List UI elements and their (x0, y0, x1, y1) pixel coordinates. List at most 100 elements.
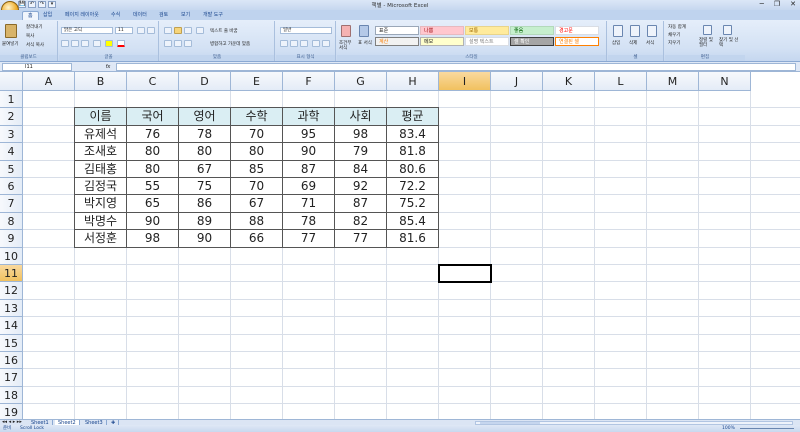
row-header[interactable]: 5 (0, 160, 23, 178)
row-header[interactable]: 13 (0, 299, 23, 318)
column-header[interactable]: L (595, 72, 647, 91)
percent-icon[interactable] (290, 40, 298, 47)
italic-icon[interactable] (71, 40, 79, 47)
table-cell[interactable]: 85.4 (386, 211, 439, 231)
table-cell[interactable]: 69 (282, 177, 335, 196)
table-cell[interactable]: 80 (126, 142, 179, 161)
table-header-cell[interactable]: 평균 (386, 107, 439, 126)
table-cell[interactable]: 70 (230, 124, 283, 144)
select-all-corner[interactable] (0, 72, 23, 91)
column-header[interactable]: D (179, 72, 231, 91)
font-color-icon[interactable] (117, 40, 125, 47)
tab-page-layout[interactable]: 페이지 레이아웃 (60, 11, 104, 20)
cell-style-10[interactable]: 연결된 셀 (555, 37, 599, 46)
table-header-cell[interactable]: 사회 (334, 107, 387, 126)
table-header-cell[interactable]: 영어 (178, 107, 231, 126)
bold-icon[interactable] (61, 40, 69, 47)
paste-button[interactable]: 붙여넣기 (2, 41, 19, 47)
table-cell[interactable]: 78 (282, 211, 335, 231)
column-header[interactable]: M (647, 72, 699, 91)
row-header[interactable]: 6 (0, 178, 23, 196)
table-cell[interactable]: 67 (178, 159, 231, 178)
grow-font-icon[interactable] (137, 27, 145, 34)
underline-icon[interactable] (81, 40, 89, 47)
row-header[interactable]: 11 (0, 265, 23, 283)
table-header-cell[interactable]: 국어 (126, 107, 179, 126)
table-cell[interactable]: 78 (178, 124, 231, 144)
table-cell[interactable]: 70 (230, 177, 283, 196)
table-cell[interactable]: 80 (126, 159, 179, 178)
fill-color-icon[interactable] (105, 40, 113, 47)
table-header-cell[interactable]: 과학 (282, 107, 335, 126)
table-cell[interactable]: 90 (282, 142, 335, 161)
shrink-font-icon[interactable] (147, 27, 155, 34)
table-cell[interactable]: 76 (126, 124, 179, 144)
sort-filter-button[interactable]: 정렬 및 필터 (699, 38, 717, 48)
cell-style-2[interactable]: 나쁨 (420, 26, 464, 35)
table-header-cell[interactable]: 이름 (74, 107, 127, 126)
zoom-level[interactable]: 100% (722, 425, 735, 432)
table-cell[interactable]: 55 (126, 177, 179, 196)
row-header[interactable]: 15 (0, 334, 23, 352)
tab-home[interactable]: 홈 (22, 11, 39, 20)
tab-view[interactable]: 보기 (176, 11, 195, 20)
table-cell[interactable]: 유제석 (74, 124, 127, 144)
table-cell[interactable]: 82 (334, 211, 387, 231)
table-cell[interactable]: 86 (178, 194, 231, 213)
column-header[interactable]: B (75, 72, 127, 91)
row-header[interactable]: 12 (0, 282, 23, 300)
table-cell[interactable]: 박명수 (74, 211, 127, 231)
insert-cells-button[interactable]: 삽입 (612, 40, 620, 46)
cell-style-5[interactable]: 경고문 (555, 26, 599, 35)
tab-review[interactable]: 검토 (154, 11, 173, 20)
row-header[interactable]: 8 (0, 212, 23, 231)
row-header[interactable]: 7 (0, 195, 23, 213)
insert-function-button[interactable]: fx (102, 63, 114, 71)
align-top-icon[interactable] (164, 27, 172, 34)
cell-style-4[interactable]: 좋음 (510, 26, 554, 35)
tab-insert[interactable]: 삽입 (38, 11, 57, 20)
table-cell[interactable]: 88 (230, 211, 283, 231)
table-cell[interactable]: 65 (126, 194, 179, 213)
comma-icon[interactable] (300, 40, 308, 47)
column-header[interactable]: F (283, 72, 335, 91)
table-cell[interactable]: 79 (334, 142, 387, 161)
table-cell[interactable]: 66 (230, 229, 283, 248)
row-header[interactable]: 9 (0, 230, 23, 248)
name-box[interactable]: I11 (2, 63, 72, 71)
row-header[interactable]: 2 (0, 108, 23, 126)
column-header[interactable]: K (543, 72, 595, 91)
table-cell[interactable]: 92 (334, 177, 387, 196)
conditional-format-button[interactable]: 조건부 서식 (339, 41, 355, 51)
row-header[interactable]: 3 (0, 125, 23, 144)
column-header[interactable]: I (439, 72, 491, 91)
format-painter-button[interactable]: 서식 복사 (26, 42, 44, 48)
number-format-combo[interactable]: 일반 (280, 27, 332, 34)
column-header[interactable]: C (127, 72, 179, 91)
format-cells-button[interactable]: 서식 (646, 40, 654, 46)
tab-developer[interactable]: 개발 도구 (198, 11, 228, 20)
cell-style-9[interactable]: 셀 확인 (510, 37, 554, 46)
row-header[interactable]: 1 (0, 91, 23, 109)
align-center-icon[interactable] (174, 40, 182, 47)
restore-button[interactable]: ❐ (774, 0, 780, 8)
column-header[interactable]: H (387, 72, 439, 91)
table-cell[interactable]: 서정훈 (74, 229, 127, 248)
table-cell[interactable]: 77 (282, 229, 335, 248)
redo-icon[interactable]: ↷ (38, 1, 46, 8)
table-cell[interactable]: 75.2 (386, 194, 439, 213)
find-select-button[interactable]: 찾기 및 선택 (719, 38, 741, 48)
font-size-combo[interactable]: 11 (115, 27, 133, 34)
table-cell[interactable]: 87 (282, 159, 335, 178)
table-cell[interactable]: 81.6 (386, 229, 439, 248)
wrap-text-button[interactable]: 텍스트 줄 바꿈 (210, 28, 238, 34)
table-cell[interactable]: 김태홍 (74, 159, 127, 178)
table-cell[interactable]: 77 (334, 229, 387, 248)
borders-icon[interactable] (93, 40, 101, 47)
merge-center-button[interactable]: 병합하고 가운데 맞춤 (210, 41, 250, 47)
font-name-combo[interactable]: 맑은 고딕 (61, 27, 113, 34)
table-cell[interactable]: 85 (230, 159, 283, 178)
cell-style-7[interactable]: 메모 (420, 37, 464, 46)
table-cell[interactable]: 박지영 (74, 194, 127, 213)
cell-style-8[interactable]: 설명 텍스트 (465, 37, 509, 46)
